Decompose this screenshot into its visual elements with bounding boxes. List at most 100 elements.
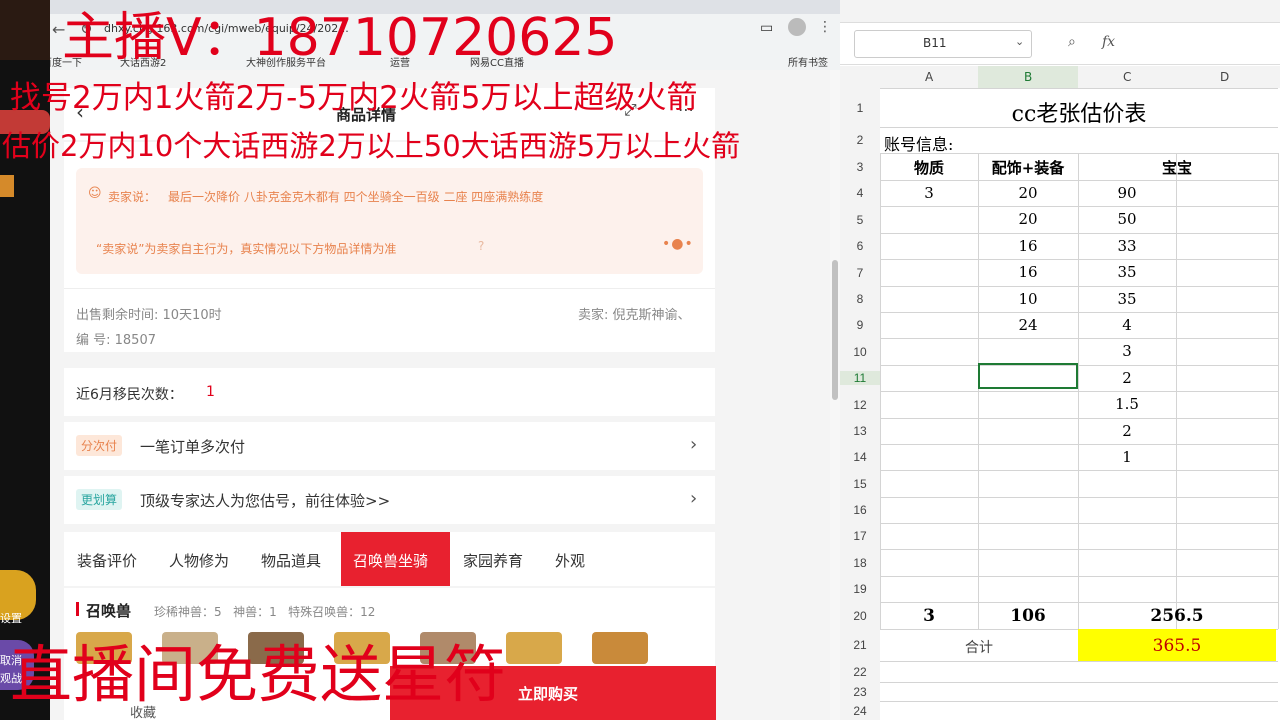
total-pets[interactable]: 256.5 [1078, 606, 1276, 626]
sheet-title: cc老张估价表 [1011, 102, 1147, 127]
grid-line [880, 549, 1278, 550]
grid-line [880, 206, 1278, 207]
row-number[interactable]: 9 [840, 318, 880, 332]
tab-cultivation[interactable]: 人物修为 [169, 550, 229, 571]
header-substance: 物质 [913, 159, 944, 177]
tab-pets-mounts-label: 召唤兽坐骑 [353, 552, 429, 570]
grid-line [880, 682, 1278, 683]
row-number[interactable]: 20 [840, 609, 880, 623]
grid-line [880, 312, 1278, 313]
valuation-row[interactable]: 更划算 顶级专家达人为您估号，前往体验>> › [64, 476, 715, 524]
sum-value: 365.5 [1152, 636, 1202, 656]
chat-icon: ☺ [88, 186, 102, 201]
buy-now-label: 立即购买 [518, 685, 579, 703]
installment-badge: 分次付 [76, 435, 123, 456]
cell-b4[interactable]: 20 [978, 184, 1078, 202]
cell-c13[interactable]: 2 [1078, 422, 1176, 440]
page-scrollbar[interactable] [830, 70, 840, 720]
row-number[interactable]: 22 [840, 665, 880, 679]
grid-line [880, 602, 1278, 603]
grid-line [880, 444, 1278, 445]
cell-b7[interactable]: 16 [978, 263, 1078, 281]
row-number[interactable]: 12 [840, 398, 880, 412]
row-number[interactable]: 15 [840, 477, 880, 491]
cell-c8[interactable]: 35 [1078, 290, 1176, 308]
cell-c5[interactable]: 50 [1078, 210, 1176, 228]
tab-appearance[interactable]: 外观 [555, 550, 585, 571]
grid-line [880, 233, 1278, 234]
divider [64, 288, 715, 289]
row-number[interactable]: 8 [840, 292, 880, 306]
overlay-gift: 直播间免费送星符 [10, 638, 507, 711]
tab-items[interactable]: 物品道具 [261, 550, 321, 571]
time-left: 出售剩余时间: 10天10时 [76, 308, 222, 323]
chevron-right-icon: › [690, 488, 698, 509]
more-dots-icon[interactable]: •●• [662, 236, 694, 252]
cell-b5[interactable]: 20 [978, 210, 1078, 228]
cell-b9[interactable]: 24 [978, 316, 1078, 334]
row-number[interactable]: 18 [840, 556, 880, 570]
cell-c4[interactable]: 90 [1078, 184, 1176, 202]
help-icon[interactable]: ? [478, 239, 484, 253]
avatar[interactable] [788, 18, 806, 36]
selected-cell-b11[interactable] [978, 363, 1078, 389]
row-number[interactable]: 3 [840, 160, 880, 174]
cell-c10[interactable]: 3 [1078, 342, 1176, 360]
account-label: 账号信息: [884, 135, 954, 154]
grid-line [880, 418, 1278, 419]
row-number[interactable]: 13 [840, 424, 880, 438]
chevron-right-icon: › [690, 434, 698, 455]
row-number[interactable]: 23 [840, 685, 880, 699]
pet-thumbnail[interactable] [506, 632, 562, 664]
product-page: ‹ 商品详情 ⤢ ⋯ ☺ 卖家说： 最后一次降价 八卦克金克木都有 四个坐骑全一… [50, 70, 830, 720]
tab-pets-mounts[interactable]: 召唤兽坐骑 [341, 532, 450, 586]
row-number[interactable]: 11 [840, 371, 880, 385]
grid-line [1278, 153, 1279, 629]
tab-equip-rating[interactable]: 装备评价 [77, 550, 137, 571]
cell-c9[interactable]: 4 [1078, 316, 1176, 334]
game-background-top [0, 0, 50, 60]
seller-name[interactable]: 卖家: 倪克斯神谕、 [578, 304, 691, 323]
pet-section-title: 召唤兽 [86, 602, 132, 620]
pet-thumbnail[interactable] [592, 632, 648, 664]
serial-number: 编 号: 18507 [76, 333, 156, 348]
scroll-thumb[interactable] [832, 260, 838, 400]
row-number[interactable]: 14 [840, 450, 880, 464]
header-pets: 宝宝 [1161, 159, 1192, 177]
row-number[interactable]: 6 [840, 239, 880, 253]
cell-b8[interactable]: 10 [978, 290, 1078, 308]
cell-c6[interactable]: 33 [1078, 237, 1176, 255]
grid-line [880, 497, 1278, 498]
row-number[interactable]: 5 [840, 213, 880, 227]
total-substance[interactable]: 3 [880, 606, 978, 626]
cell-a4[interactable]: 3 [880, 184, 978, 202]
row-number[interactable]: 19 [840, 582, 880, 596]
cell-c7[interactable]: 35 [1078, 263, 1176, 281]
cell-c12[interactable]: 1.5 [1078, 395, 1176, 413]
game-settings-label[interactable]: 设置 [0, 610, 22, 626]
row-number[interactable]: 7 [840, 266, 880, 280]
row-number[interactable]: 1 [840, 101, 880, 115]
extension-icon[interactable]: ▭ [760, 20, 773, 36]
row-number[interactable]: 10 [840, 345, 880, 359]
grid-line [880, 576, 1278, 577]
row-number[interactable]: 21 [840, 638, 880, 652]
row-number[interactable]: 2 [840, 133, 880, 147]
row-number[interactable]: 4 [840, 186, 880, 200]
row-number[interactable]: 16 [840, 503, 880, 517]
installment-row[interactable]: 分次付 一笔订单多次付 › [64, 422, 715, 470]
game-icon [0, 175, 14, 197]
row-number[interactable]: 24 [840, 704, 880, 718]
cell-c14[interactable]: 1 [1078, 448, 1176, 466]
menu-icon[interactable]: ⋮ [818, 19, 832, 35]
grid-line [880, 88, 1278, 89]
row-number[interactable]: 17 [840, 529, 880, 543]
cell-b6[interactable]: 16 [978, 237, 1078, 255]
grid-line [880, 391, 1278, 392]
tab-home[interactable]: 家园养育 [463, 550, 523, 571]
grid-line [880, 153, 881, 629]
bookmark-all[interactable]: 所有书签 [788, 54, 828, 69]
migrate-count: 1 [206, 384, 215, 400]
total-equipment[interactable]: 106 [978, 606, 1078, 626]
cell-c11[interactable]: 2 [1078, 369, 1176, 387]
